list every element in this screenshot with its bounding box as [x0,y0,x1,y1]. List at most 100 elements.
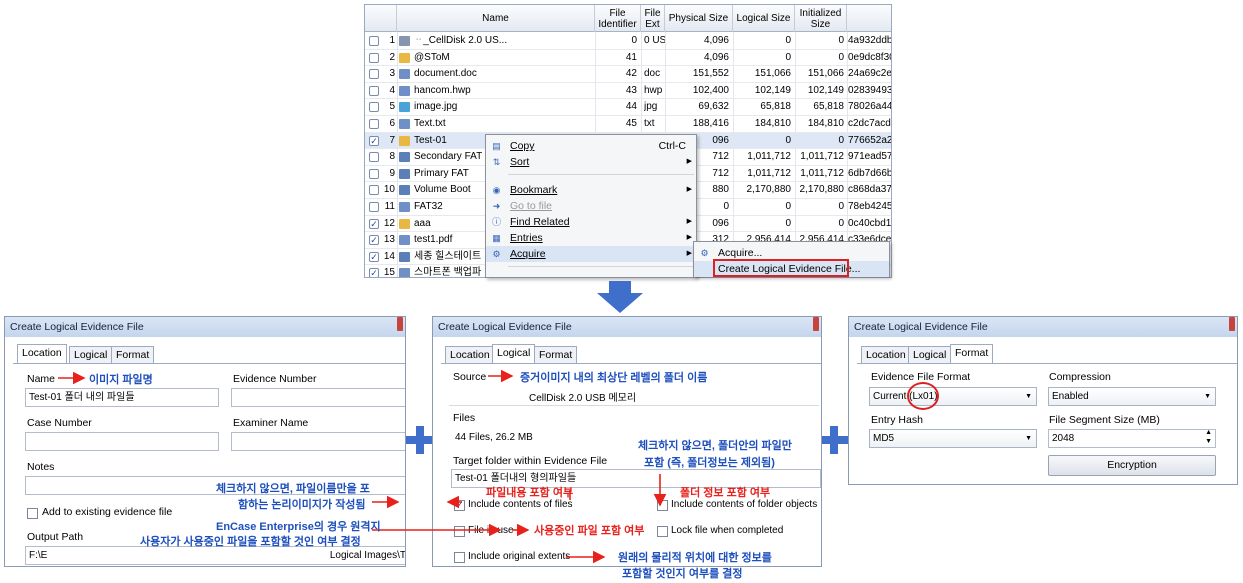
files-label: Files [453,412,476,424]
row-checkbox[interactable] [369,168,379,179]
table-row[interactable]: 1 ᆢ_CellDisk 2.0 US... 0 0 US... 4,096 0 0 4a93… [365,33,891,50]
file-ext: hwp [644,84,663,96]
plus-icon [820,426,848,454]
examiner-name-label: Examiner Name [233,417,309,429]
menu-item-acquire[interactable]: ⚙ Acquire ▶ [486,246,696,262]
case-number-label: Case Number [27,417,92,429]
document-icon [399,268,410,277]
file-in-use-checkbox[interactable] [454,526,465,537]
menu-item-bookmark[interactable]: ◉ Bookmark ▶ [486,182,696,198]
close-icon[interactable] [1229,317,1235,331]
tab-location[interactable]: Location [445,346,495,363]
compression-select[interactable]: Enabled ▼ [1048,387,1216,406]
include-contents-files-checkbox[interactable]: ✓ [454,500,465,511]
chevron-right-icon: ▶ [686,234,692,241]
close-icon[interactable] [813,317,819,331]
row-checkbox[interactable]: ✓ [369,135,379,146]
include-contents-folders-checkbox[interactable] [657,500,668,511]
row-checkbox[interactable] [369,52,379,63]
system-icon [399,168,410,179]
segment-size-stepper[interactable]: 2048 ▲ ▼ [1048,429,1216,448]
acquire-icon: ⚙ [700,248,709,258]
row-checkbox[interactable]: ✓ [369,268,379,277]
add-existing-checkbox[interactable] [27,508,38,519]
encryption-button[interactable]: Encryption [1048,455,1216,476]
row-number: 11 [384,201,395,212]
notes-label: Notes [27,461,55,473]
row-checkbox[interactable] [369,202,379,212]
file-name: document.doc [414,68,477,80]
row-checkbox[interactable] [369,102,379,113]
lock-file-checkbox[interactable] [657,526,668,537]
table-row[interactable]: 5 image.jpg 44 jpg 69,632 65,818 65,818 78026a4… [365,99,891,116]
file-identifier: 41 [625,51,637,63]
table-row[interactable]: 2 @SToM 41 4,096 0 0 0e9dc8f30 [365,50,891,67]
header-initialized-size[interactable]: Initialized Size [795,5,847,32]
menu-item-entries[interactable]: ▦ Entries ▶ [486,230,696,246]
dialog-title: Create Logical Evidence File [849,317,1237,337]
tab-format[interactable]: Format [950,344,994,363]
hash-value: 24a69c2eb [848,68,892,80]
goto-icon: ➜ [492,201,501,211]
table-row[interactable]: 3 document.doc 42 doc 151,552 151,066 151,066 2… [365,66,891,83]
chevron-right-icon: ▶ [686,158,692,165]
hash-value: 0c40cbd19 [848,217,892,229]
row-checkbox[interactable]: ✓ [369,218,379,229]
evidence-format-select[interactable]: Current (Lx01) ▼ [869,387,1037,406]
header-file-identifier[interactable]: File Identifier [595,5,641,32]
row-number: 13 [383,234,395,246]
system-icon [399,152,410,163]
spin-arrows-icon[interactable]: ▲ ▼ [1205,430,1212,446]
header-file-ext[interactable]: File Ext [641,5,665,32]
menu-item-find-related[interactable]: ⓘ Find Related ▶ [486,214,696,230]
dialog-title: Create Logical Evidence File [433,317,821,337]
row-checkbox[interactable] [369,85,379,96]
close-icon[interactable] [397,317,403,331]
annotation-file-in-use: 사용중인 파일 포함 여부 [534,525,645,537]
row-checkbox[interactable] [369,152,379,163]
menu-item-sort[interactable]: ⇅ Sort ▶ [486,154,696,170]
tab-format[interactable]: Format [534,346,578,363]
row-checkbox[interactable] [369,119,379,129]
name-field[interactable]: Test-01 폴더 내의 파일들 [25,388,219,407]
lock-file-label: Lock file when completed [671,525,784,536]
table-row[interactable]: 6 Text.txt 45 txt 188,416 184,810 184,810 c2dc7… [365,116,891,133]
chevron-right-icon: ▶ [686,218,692,225]
tab-format[interactable]: Format [111,346,155,363]
header-name[interactable]: Name [397,5,595,32]
examiner-name-field[interactable] [231,432,405,451]
row-number: 15 [383,267,395,278]
document-icon [399,85,410,96]
initialized-size: 2,170,880 [799,184,845,196]
target-folder-label: Target folder within Evidence File [453,455,608,467]
file-identifier: 44 [625,101,637,113]
case-number-field[interactable] [25,432,219,451]
header-physical-size[interactable]: Physical Size [665,5,733,32]
tab-logical[interactable]: Logical [492,344,536,363]
chevron-down-icon: ▼ [1025,393,1032,400]
table-row[interactable]: 4 hancom.hwp 43 hwp 102,400 102,149 102,149 028… [365,83,891,100]
logical-size: 1,011,712 [747,167,791,179]
row-checkbox[interactable] [369,185,379,196]
sort-icon: ⇅ [492,157,501,167]
header-logical-size[interactable]: Logical Size [733,5,795,32]
entry-hash-select[interactable]: MD5 ▼ [869,429,1037,448]
annotation-name: 이미지 파일명 [89,374,153,386]
tab-logical[interactable]: Logical [69,346,113,363]
tab-logical[interactable]: Logical [908,346,952,363]
entry-hash-label: Entry Hash [871,414,923,426]
row-checkbox[interactable] [369,36,379,46]
menu-item-go-to-file[interactable]: ➜ Go to file [486,198,696,214]
tab-location[interactable]: Location [17,344,67,363]
include-extents-checkbox[interactable] [454,552,465,563]
row-checkbox[interactable]: ✓ [369,251,379,262]
evidence-number-field[interactable] [231,388,405,407]
chevron-right-icon: ▶ [686,186,692,193]
tab-location[interactable]: Location [861,346,911,363]
logical-size: 184,810 [754,118,791,129]
file-name: image.jpg [414,101,458,113]
menu-item-copy[interactable]: ▤ Copy Ctrl-C [486,138,696,154]
row-checkbox[interactable] [369,69,379,80]
hash-value: 78026a442 [848,101,892,113]
row-checkbox[interactable]: ✓ [369,235,379,246]
